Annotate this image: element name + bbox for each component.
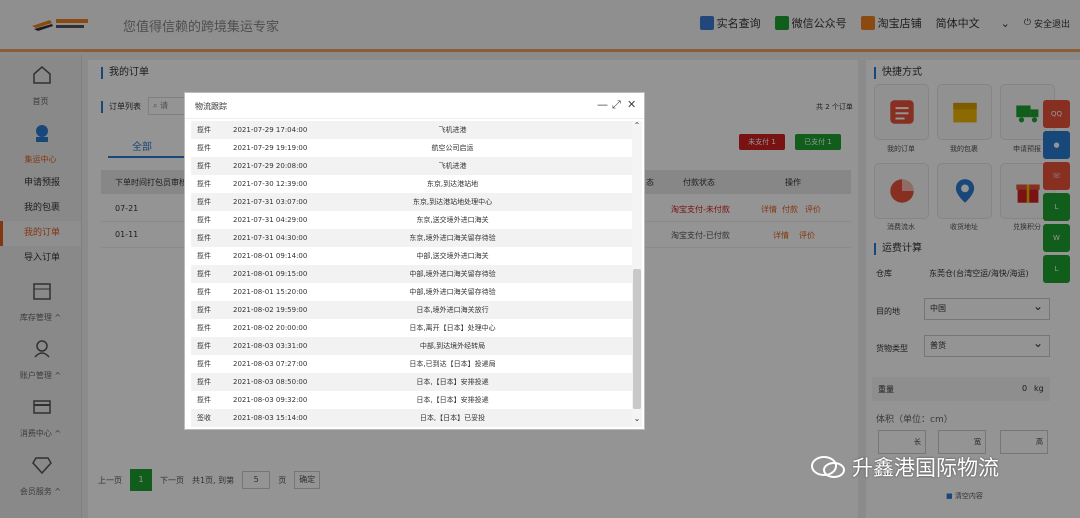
tracking-desc: 日本,【日本】已妥投 [419, 414, 486, 422]
tracking-desc: 东京,到达港站地 [426, 180, 479, 188]
tracking-row: 签收 2021-08-03 15:14:00 日本,【日本】已妥投 [191, 409, 632, 427]
tracking-time: 2021-07-30 12:39:00 [233, 180, 308, 188]
tracking-type: 揽件 [197, 144, 211, 152]
wechat-watermark: 升鑫港国际物流 [810, 452, 999, 482]
tracking-desc: 日本,【日本】安排投递 [416, 378, 489, 386]
tracking-row: 揽件 2021-08-02 19:59:00 日本,境外进口海关放行 [191, 301, 632, 319]
tracking-desc: 日本,已到达【日本】投递局 [409, 360, 496, 368]
tracking-type: 揽件 [197, 234, 211, 242]
scroll-thumb[interactable] [633, 269, 641, 409]
tracking-time: 2021-07-31 04:30:00 [233, 234, 308, 242]
tracking-desc: 日本,境外进口海关放行 [416, 306, 489, 314]
tracking-row: 揽件 2021-08-01 15:20:00 中部,境外进口海关留存待验 [191, 283, 632, 301]
tracking-type: 揽件 [197, 180, 211, 188]
tracking-desc: 中部,境外进口海关留存待验 [409, 270, 496, 278]
tracking-type: 揽件 [197, 162, 211, 170]
modal-header: 物流跟踪 — ⤢ ✕ [185, 93, 644, 119]
tracking-time: 2021-08-02 19:59:00 [233, 306, 308, 314]
tracking-row: 揽件 2021-07-29 20:08:00 飞机进港 [191, 157, 632, 175]
tracking-time: 2021-07-31 03:07:00 [233, 198, 308, 206]
tracking-modal: 物流跟踪 — ⤢ ✕ 揽件 2021-07-29 17:04:00 飞机进港 揽件 20… [184, 92, 645, 430]
tracking-row: 揽件 2021-07-29 19:19:00 航空公司启运 [191, 139, 632, 157]
tracking-time: 2021-08-03 03:31:00 [233, 342, 308, 350]
tracking-type: 揽件 [197, 198, 211, 206]
tracking-time: 2021-08-03 09:32:00 [233, 396, 308, 404]
scrollbar[interactable]: ⌃ ⌄ [632, 121, 642, 427]
tracking-type: 揽件 [197, 270, 211, 278]
tracking-type: 揽件 [197, 252, 211, 260]
tracking-time: 2021-08-03 07:27:00 [233, 360, 308, 368]
tracking-desc: 中部,到达境外经转局 [419, 342, 486, 350]
tracking-row: 揽件 2021-08-01 09:15:00 中部,境外进口海关留存待验 [191, 265, 632, 283]
tracking-time: 2021-08-02 20:00:00 [233, 324, 308, 332]
minimize-icon[interactable]: — [597, 98, 608, 111]
tracking-row: 揽件 2021-07-31 03:07:00 东京,到达港站地处理中心 [191, 193, 632, 211]
tracking-desc: 东京,到达港站地处理中心 [412, 198, 493, 206]
tracking-type: 揽件 [197, 216, 211, 224]
tracking-time: 2021-08-01 09:15:00 [233, 270, 308, 278]
tracking-type: 签收 [197, 414, 211, 422]
tracking-row: 揽件 2021-08-03 09:32:00 日本,【日本】安排投递 [191, 391, 632, 409]
tracking-type: 揽件 [197, 342, 211, 350]
tracking-time: 2021-07-29 20:08:00 [233, 162, 308, 170]
tracking-row: 揽件 2021-07-30 12:39:00 东京,到达港站地 [191, 175, 632, 193]
tracking-desc: 日本,【日本】安排投递 [416, 396, 489, 404]
tracking-type: 揽件 [197, 396, 211, 404]
tracking-time: 2021-07-29 19:19:00 [233, 144, 308, 152]
tracking-time: 2021-08-01 09:14:00 [233, 252, 308, 260]
tracking-row: 揽件 2021-07-29 17:04:00 飞机进港 [191, 121, 632, 139]
tracking-desc: 日本,离开【日本】处理中心 [409, 324, 496, 332]
wechat-logo-icon [811, 456, 845, 478]
tracking-time: 2021-08-01 15:20:00 [233, 288, 308, 296]
tracking-desc: 飞机进港 [438, 162, 467, 170]
tracking-type: 揽件 [197, 378, 211, 386]
tracking-desc: 中部,境外进口海关留存待验 [409, 288, 496, 296]
tracking-row: 揽件 2021-08-03 03:31:00 中部,到达境外经转局 [191, 337, 632, 355]
tracking-row: 揽件 2021-07-31 04:30:00 东京,境外进口海关留存待验 [191, 229, 632, 247]
scroll-up-icon[interactable]: ⌃ [632, 121, 642, 130]
tracking-desc: 中部,送交境外进口海关 [416, 252, 489, 260]
tracking-row: 揽件 2021-08-01 09:14:00 中部,送交境外进口海关 [191, 247, 632, 265]
tracking-desc: 东京,送交境外进口海关 [416, 216, 489, 224]
tracking-type: 揽件 [197, 360, 211, 368]
tracking-desc: 东京,境外进口海关留存待验 [409, 234, 496, 242]
tracking-desc: 航空公司启运 [431, 144, 474, 152]
maximize-icon[interactable]: ⤢ [612, 98, 621, 112]
close-icon[interactable]: ✕ [627, 98, 636, 111]
tracking-time: 2021-07-31 04:29:00 [233, 216, 308, 224]
tracking-row: 揽件 2021-08-02 20:00:00 日本,离开【日本】处理中心 [191, 319, 632, 337]
tracking-row: 揽件 2021-08-03 07:27:00 日本,已到达【日本】投递局 [191, 355, 632, 373]
tracking-row: 揽件 2021-08-03 08:50:00 日本,【日本】安排投递 [191, 373, 632, 391]
tracking-list: 揽件 2021-07-29 17:04:00 飞机进港 揽件 2021-07-29 19… [191, 121, 632, 427]
tracking-type: 揽件 [197, 306, 211, 314]
tracking-row: 揽件 2021-07-31 04:29:00 东京,送交境外进口海关 [191, 211, 632, 229]
tracking-desc: 飞机进港 [438, 126, 467, 134]
tracking-time: 2021-08-03 08:50:00 [233, 378, 308, 386]
tracking-type: 揽件 [197, 126, 211, 134]
tracking-type: 揽件 [197, 288, 211, 296]
tracking-time: 2021-08-03 15:14:00 [233, 414, 308, 422]
tracking-time: 2021-07-29 17:04:00 [233, 126, 308, 134]
modal-title: 物流跟踪 [195, 102, 227, 111]
scroll-down-icon[interactable]: ⌄ [632, 414, 642, 423]
tracking-type: 揽件 [197, 324, 211, 332]
